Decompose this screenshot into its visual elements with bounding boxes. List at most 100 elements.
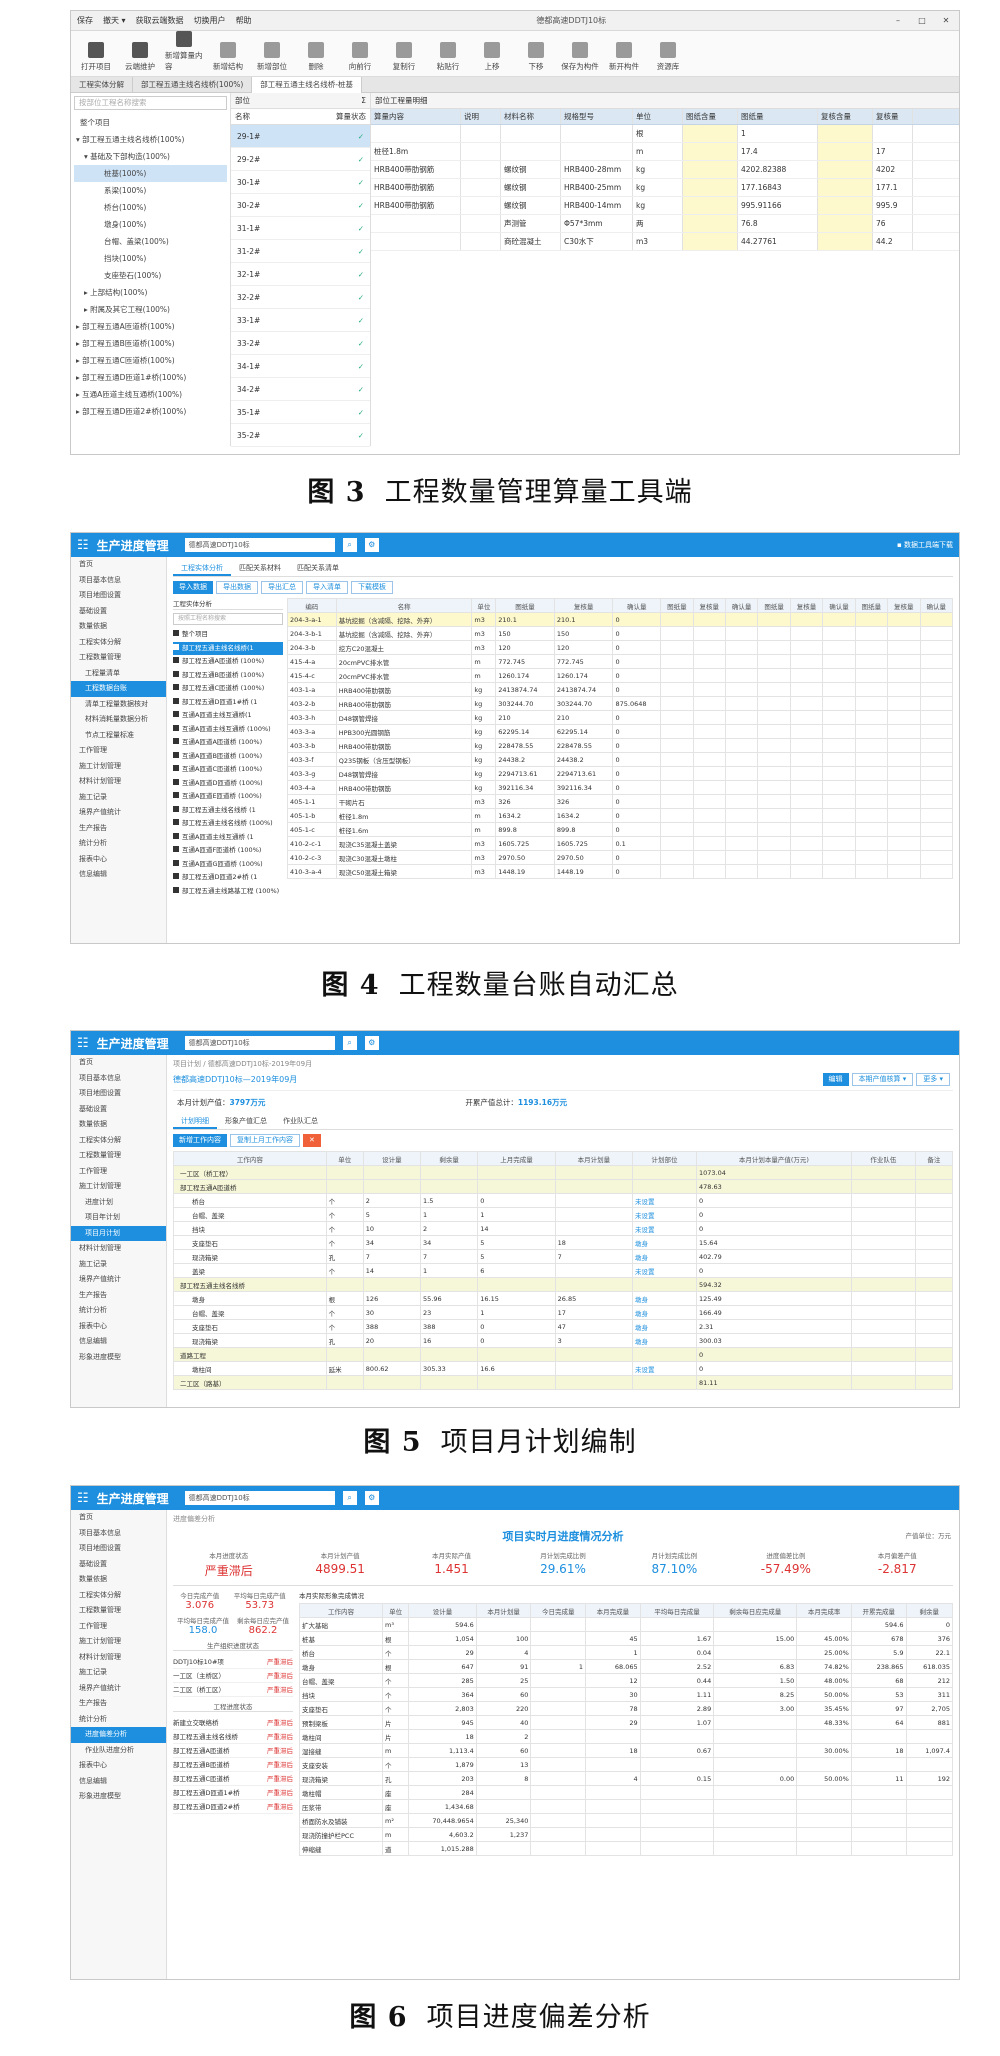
grid-cell[interactable]: m [633,143,683,160]
table-row[interactable]: 405-1-c 桩径1.6m m 899.8 899.8 0 [287,822,953,837]
sidebar-item[interactable]: 基础设置 [71,1557,166,1573]
table-cell[interactable]: 未设置 [632,1263,697,1278]
table-row[interactable]: 墩身根 126 55.96 16.15 26.85 墩身 125.49 [173,1291,954,1306]
minimize-icon[interactable]: – [891,16,905,25]
status-row[interactable]: 一工区（主桥区） 严重滞后 [173,1669,293,1683]
sidebar-item[interactable]: 进度计划 [71,1195,166,1211]
sidebar-item[interactable]: 信息编辑 [71,1334,166,1350]
entity-tree-node[interactable]: 部工程五通主线名线桥 (1 [173,804,283,818]
status-row[interactable]: 部工程五通B匝道桥 严重滞后 [173,1758,293,1772]
table-row[interactable]: 盖梁个 14 1 6 未设置 0 [173,1263,954,1278]
sidebar-item[interactable]: 报表中心 [71,1319,166,1335]
sidebar-item[interactable]: 生产报告 [71,821,166,837]
entity-tree-node[interactable]: 部工程五通主线名线桥 (100%) [173,817,283,831]
sidebar-item[interactable]: 工程实体分解 [71,1588,166,1604]
table-cell[interactable] [554,1179,634,1194]
ribbon-button[interactable]: 新增部位 [253,42,291,72]
table-row[interactable]: 台帽、盖梁个 5 1 1 未设置 0 [173,1207,954,1222]
status-row[interactable]: 部工程五通D匝道1#桥 严重滞后 [173,1786,293,1800]
table-row[interactable]: 410-2-c-3 现浇C30混凝土墩柱 m3 2970.50 2970.50 0 [287,850,953,865]
maximize-icon[interactable]: □ [915,16,929,25]
status-row[interactable]: 新建立交联络桥 严重滞后 [173,1716,293,1730]
grid-row[interactable]: HRB400带肋钢筋 螺纹钢 HRB400-14mm kg 995.91166 995.9 [371,197,959,215]
grid-row[interactable]: 桩径1.8m m 17.4 17 [371,143,959,161]
tree-node[interactable]: ▸ 部工程五通D匝道1#桥(100%) [74,369,227,386]
table-row[interactable]: 道路工程 0 [173,1347,954,1362]
entity-tree-node[interactable]: 互通A匝道G匝道桥 (100%) [173,858,283,872]
ribbon-button[interactable]: 保存为构件 [561,42,599,72]
sidebar-item[interactable]: 首页 [71,1510,166,1526]
entity-tree-node[interactable]: 互通A匝道主线互通桥 (100%) [173,723,283,737]
apps-grid-icon[interactable]: ☷ [77,1491,89,1506]
sidebar-item[interactable]: 信息编辑 [71,867,166,883]
project-select[interactable]: 德都高速DDTJ10标 [184,1491,335,1505]
table-row[interactable]: 压浆带座 1,434.68 [299,1799,953,1814]
tree-node[interactable]: ▸ 互通A匝道主线互通桥(100%) [74,386,227,403]
tree-node[interactable]: ▾ 部工程五通主线名线桥(100%) [74,131,227,148]
table-row[interactable]: 挡块个 364 60 30 1.11 8.25 50.00% 53 311 [299,1687,953,1702]
tree-node[interactable]: ▸ 部工程五通A匝道桥(100%) [74,318,227,335]
table-row[interactable]: 台帽、盖梁个 30 23 1 17 墩身 166.49 [173,1305,954,1320]
sidebar-item[interactable]: 进度偏差分析 [71,1727,166,1743]
table-row[interactable]: 403-3-g D48钢管焊接 kg 2294713.61 2294713.61 0 [287,766,953,781]
header-action-button[interactable]: 编辑 [822,1073,849,1086]
table-row[interactable]: 支座垫石个 2,803 220 78 2.89 3.00 35.45% 97 2,705 [299,1701,953,1716]
sidebar-item[interactable]: 首页 [71,1055,166,1071]
entity-tree-node[interactable]: 互通A匝道A匝道桥 (100%) [173,736,283,750]
table-cell[interactable]: 墩身 [632,1249,697,1264]
table-cell[interactable]: 未设置 [632,1207,697,1222]
part-row[interactable]: 34-2# ✓ [231,378,370,401]
table-row[interactable]: 403-3-b HRB400带肋钢筋 kg 228478.55 228478.55 0 [287,738,953,753]
sidebar-item[interactable]: 境界产值统计 [71,805,166,821]
tree-node[interactable]: 支座垫石(100%) [74,267,227,284]
table-row[interactable]: 现浇箱梁孔 7 7 5 7 墩身 402.79 [173,1249,954,1264]
table-cell[interactable]: 墩身 [632,1319,697,1334]
grid-cell[interactable]: 两 [633,215,683,232]
table-cell[interactable]: 墩身 [632,1333,697,1348]
table-row[interactable]: 204-3-a-1 基坑挖掘（含减隔、挖除、外弃） m3 210.1 210.1 0 [287,612,953,627]
sidebar-item[interactable]: 施工计划管理 [71,759,166,775]
table-row[interactable]: 支座垫石个 34 34 5 18 墩身 15.64 [173,1235,954,1250]
sidebar-item[interactable]: 工程实体分解 [71,1133,166,1149]
sidebar-item[interactable]: 境界产值统计 [71,1272,166,1288]
action-button[interactable]: 导出汇总 [261,581,303,594]
table-row[interactable]: 湿接缝 m 1,113.4 60 18 0.67 30.00% 18 1,097.4 [299,1743,953,1758]
sidebar-item[interactable]: 施工记录 [71,790,166,806]
sidebar-item[interactable]: 统计分析 [71,1712,166,1728]
table-cell[interactable] [554,1207,634,1222]
ribbon-button[interactable]: 云端维护 [121,42,159,72]
sidebar-item[interactable]: 报表中心 [71,852,166,868]
tree-node[interactable]: 桥台(100%) [74,199,227,216]
table-cell[interactable] [554,1277,634,1292]
table-cell[interactable] [632,1179,697,1194]
tree-node[interactable]: 挡块(100%) [74,250,227,267]
table-row[interactable]: 预制梁板片 945 40 29 1.07 48.33% 64 881 [299,1715,953,1730]
table-row[interactable]: 410-2-c-1 现浇C35混凝土盖梁 m3 1605.725 1605.725 0.1 [287,836,953,851]
action-button[interactable]: 新增工作内容 [173,1134,227,1147]
status-row[interactable]: 二工区（桥工区） 严重滞后 [173,1683,293,1697]
table-row[interactable]: 支座垫石个 388 388 0 47 墩身 2.31 [173,1319,954,1334]
grid-cell[interactable]: kg [633,179,683,196]
entity-search-input[interactable]: 按照工程名称搜索 [173,613,283,625]
tab-entity[interactable]: 工程实体分解 [71,76,133,93]
part-row[interactable]: 32-2# ✓ [231,286,370,309]
content-tab[interactable]: 匹配关系材料 [231,561,289,576]
ribbon-button[interactable]: 新开构件 [605,42,643,72]
content-tab[interactable]: 形象产值汇总 [217,1114,275,1129]
entity-tree-node[interactable]: 整个项目 [173,628,283,642]
part-row[interactable]: 29-2# ✓ [231,148,370,171]
part-row[interactable]: 33-1# ✓ [231,309,370,332]
tree-node[interactable]: 桩基(100%) [74,165,227,182]
sidebar-item[interactable]: 材料计划管理 [71,1241,166,1257]
tree-search-input[interactable]: 按部位工程名称搜索 [74,96,227,110]
content-tab[interactable]: 工程实体分析 [173,561,231,576]
table-row[interactable]: 204-3-b 挖方C20混凝土 m3 120 120 0 [287,640,953,655]
header-action-button[interactable]: 本期产值核算 ▾ [851,1073,914,1086]
sidebar-item[interactable]: 工作管理 [71,1164,166,1180]
table-row[interactable]: 支座安装个 1,879 13 [299,1757,953,1772]
sidebar-item[interactable]: 工程数据台账 [71,681,166,697]
content-tab[interactable]: 计划明细 [173,1114,217,1129]
table-row[interactable]: 部工程五通主线名线桥 594.32 [173,1277,954,1292]
part-row[interactable]: 35-2# ✓ [231,424,370,447]
part-row[interactable]: 30-2# ✓ [231,194,370,217]
